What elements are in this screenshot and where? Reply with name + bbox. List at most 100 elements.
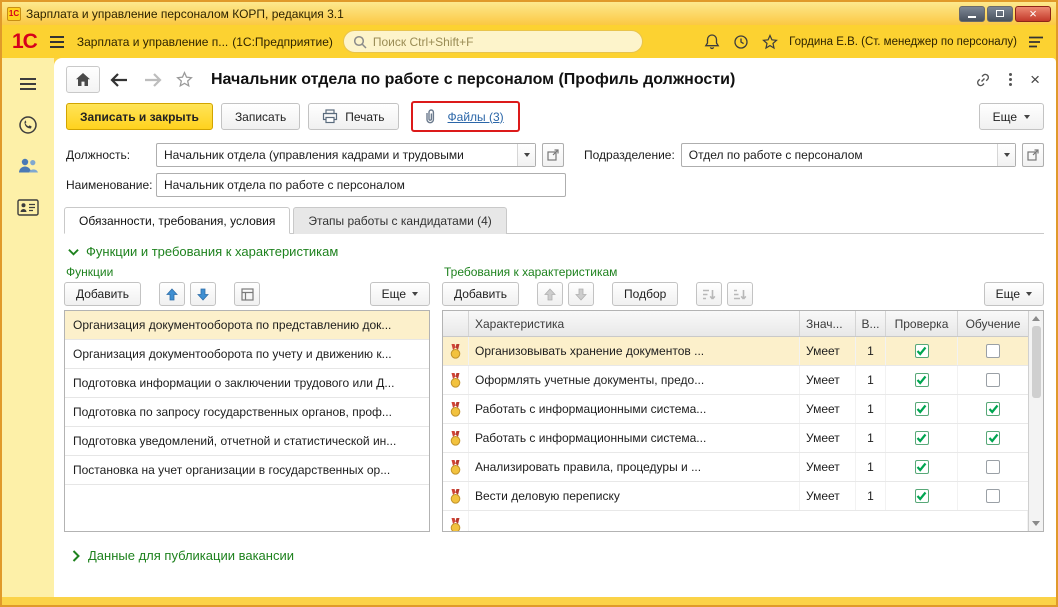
sections-menu-button[interactable] — [13, 72, 43, 96]
attach-file-button[interactable] — [421, 106, 439, 127]
close-form-button[interactable]: × — [1026, 69, 1044, 90]
form-settings-button[interactable] — [234, 282, 261, 306]
medal-cell — [443, 453, 469, 481]
requirement-row[interactable]: Вести деловую переписку Умеет 1 — [443, 482, 1028, 511]
checkbox[interactable] — [914, 373, 929, 387]
functions-list[interactable]: Организация документооборота по представ… — [64, 310, 430, 532]
back-button[interactable] — [106, 71, 133, 89]
department-open-button[interactable] — [1022, 143, 1044, 167]
service-menu-button[interactable] — [1026, 34, 1046, 50]
scroll-up-icon[interactable] — [1032, 316, 1040, 321]
minimize-button[interactable] — [959, 5, 985, 22]
requirements-table: Характеристика Знач... В... Проверка Обу… — [442, 310, 1044, 532]
requirements-add-button[interactable]: Добавить — [442, 282, 520, 306]
requirement-row[interactable]: Организовывать хранение документов ... Ум… — [443, 337, 1028, 366]
save-and-close-button[interactable]: Записать и закрыть — [66, 103, 213, 130]
window-menu-button[interactable] — [1005, 71, 1016, 88]
column-value[interactable]: Знач... — [800, 311, 856, 336]
checkbox[interactable] — [986, 373, 1000, 387]
move-down-button[interactable] — [190, 282, 217, 306]
pick-button[interactable]: Подбор — [612, 282, 679, 306]
window-title: Зарплата и управление персоналом КОРП, р… — [26, 6, 344, 21]
checkbox[interactable] — [986, 460, 1000, 474]
checkbox[interactable] — [914, 489, 929, 503]
search-input[interactable] — [372, 34, 633, 49]
req-move-down-button[interactable] — [568, 282, 595, 306]
functions-group-header[interactable]: Функции и требования к характеристикам — [64, 240, 1044, 265]
files-link[interactable]: Файлы (3) — [448, 110, 504, 124]
position-input[interactable] — [157, 144, 517, 166]
checkbox[interactable] — [914, 460, 929, 474]
requirement-row[interactable]: Анализировать правила, процедуры и ... Ум… — [443, 453, 1028, 482]
check-cell — [886, 337, 958, 365]
department-dropdown-button[interactable] — [997, 144, 1015, 166]
add-to-favorites-button[interactable] — [172, 69, 197, 90]
column-characteristic[interactable]: Характеристика — [469, 311, 800, 336]
checkbox[interactable] — [986, 489, 1000, 503]
requirements-toolbar: Добавить Подбор Еще — [442, 282, 1044, 310]
column-check[interactable]: Проверка — [886, 311, 958, 336]
discussions-button[interactable] — [13, 113, 43, 137]
characteristic-cell: Работать с информационными система... — [469, 424, 800, 452]
current-user[interactable]: Гордина Е.В. (Ст. менеджер по персоналу) — [789, 36, 1017, 48]
check-icon — [988, 404, 998, 414]
vertical-scrollbar[interactable] — [1028, 311, 1043, 531]
main-menu-button[interactable] — [47, 33, 67, 51]
minimize-icon — [968, 16, 976, 18]
table-header[interactable]: Характеристика Знач... В... Проверка Обу… — [443, 311, 1028, 337]
get-link-button[interactable] — [971, 70, 995, 90]
profile-card-button[interactable] — [13, 195, 43, 219]
move-up-button[interactable] — [159, 282, 186, 306]
requirement-row[interactable]: Оформлять учетные документы, предо... Уме… — [443, 366, 1028, 395]
functions-more-button[interactable]: Еще — [369, 282, 430, 306]
function-list-item[interactable]: Организация документооборота по учету и … — [65, 340, 429, 369]
function-list-item[interactable]: Подготовка по запросу государственных ор… — [65, 398, 429, 427]
print-button[interactable]: Печать — [308, 103, 399, 130]
tab-duties-requirements[interactable]: Обязанности, требования, условия — [64, 207, 291, 234]
requirements-more-button[interactable]: Еще — [983, 282, 1044, 306]
function-list-item[interactable]: Организация документооборота по представ… — [65, 311, 429, 340]
req-move-up-button[interactable] — [537, 282, 564, 306]
employees-button[interactable] — [13, 154, 43, 178]
column-training[interactable]: Обучение — [958, 311, 1028, 336]
department-input[interactable] — [681, 144, 997, 166]
function-list-item[interactable]: Подготовка уведомлений, отчетной и стати… — [65, 427, 429, 456]
position-open-button[interactable] — [542, 143, 564, 167]
position-dropdown-button[interactable] — [517, 144, 535, 166]
favorites-button[interactable] — [760, 32, 780, 52]
vacancy-group-header[interactable]: Данные для публикации вакансии — [54, 538, 1056, 569]
name-input[interactable] — [156, 173, 566, 197]
checkbox[interactable] — [914, 344, 929, 358]
home-button[interactable] — [66, 66, 100, 93]
checkbox[interactable] — [914, 402, 929, 416]
close-window-button[interactable]: × — [1015, 5, 1051, 22]
checkbox[interactable] — [914, 431, 929, 445]
scroll-down-icon[interactable] — [1032, 521, 1040, 526]
requirement-row[interactable]: Работать с информационными система... Уме… — [443, 395, 1028, 424]
notifications-button[interactable] — [702, 31, 722, 52]
function-list-item[interactable]: Постановка на учет организации в государ… — [65, 456, 429, 485]
home-icon — [76, 73, 90, 86]
checkbox[interactable] — [986, 344, 1000, 358]
history-icon — [734, 34, 748, 49]
more-button[interactable]: Еще — [978, 103, 1044, 130]
global-search[interactable] — [342, 30, 643, 53]
requirement-row[interactable]: Работать с информационными система... Уме… — [443, 424, 1028, 453]
forward-button[interactable] — [139, 71, 166, 89]
app-logo-icon: 1С — [7, 6, 21, 21]
tab-candidate-stages[interactable]: Этапы работы с кандидатами (4) — [293, 207, 507, 234]
requirement-row-partial[interactable] — [443, 511, 1028, 531]
column-weight[interactable]: В... — [856, 311, 886, 336]
sort-desc-button[interactable] — [727, 282, 754, 306]
save-button[interactable]: Записать — [220, 103, 301, 130]
function-list-item[interactable]: Подготовка информации о заключении трудо… — [65, 369, 429, 398]
functions-add-button[interactable]: Добавить — [64, 282, 142, 306]
arrow-down-icon — [197, 288, 209, 301]
maximize-button[interactable] — [987, 5, 1013, 22]
weight-cell: 1 — [856, 337, 886, 365]
checkbox[interactable] — [986, 431, 1000, 445]
sort-asc-button[interactable] — [696, 282, 723, 306]
scrollbar-thumb[interactable] — [1031, 326, 1041, 398]
history-button[interactable] — [731, 32, 751, 52]
checkbox[interactable] — [986, 402, 1000, 416]
